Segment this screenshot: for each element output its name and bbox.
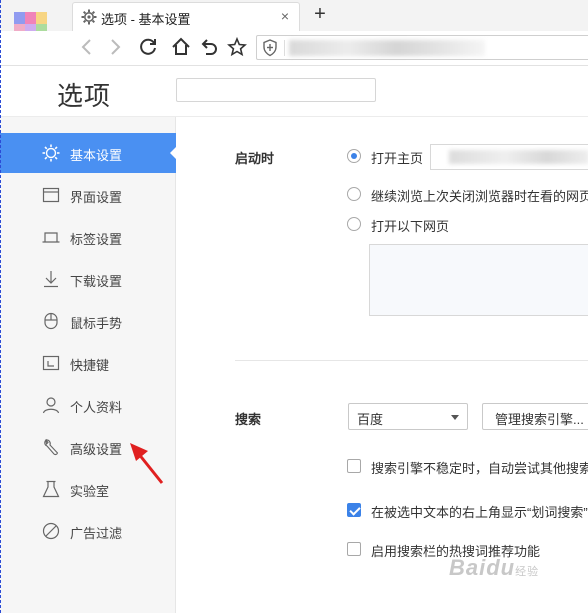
options-header: 选项 bbox=[0, 66, 588, 117]
browser-toolbar bbox=[0, 31, 588, 66]
reload-icon[interactable] bbox=[137, 36, 159, 58]
tab-icon bbox=[42, 228, 60, 246]
annotation-arrow-icon bbox=[130, 443, 164, 484]
shortcut-icon bbox=[42, 354, 60, 372]
sidebar-item-adblock[interactable]: 广告过滤 bbox=[0, 511, 176, 551]
settings-gear-icon bbox=[81, 9, 97, 25]
sidebar-item-label: 界面设置 bbox=[70, 190, 123, 205]
watermark-sub: 经验 bbox=[515, 566, 540, 578]
address-input[interactable] bbox=[487, 38, 588, 58]
option-open-pages: 打开以下网页 bbox=[371, 219, 450, 234]
sidebar-item-label: 快捷键 bbox=[70, 358, 110, 373]
sidebar-item-shortcut[interactable]: 快捷键 bbox=[0, 343, 176, 383]
flask-icon bbox=[42, 480, 60, 498]
sidebar: 基本设置 界面设置 标签设置 下载设置 鼠标手势 快捷键 个人资料 高级设置 实… bbox=[0, 117, 177, 613]
dashed-guide-line bbox=[0, 0, 1, 613]
startup-pages-list[interactable] bbox=[369, 244, 588, 316]
option-open-homepage: 打开主页 bbox=[371, 151, 424, 166]
checkbox-hot-words[interactable] bbox=[347, 542, 361, 556]
section-divider bbox=[235, 360, 588, 361]
checkbox-fallback-engine[interactable] bbox=[347, 459, 361, 473]
baidu-watermark: Baidu经验 bbox=[449, 555, 539, 581]
watermark-text: Baidu bbox=[449, 555, 516, 580]
homepage-input[interactable] bbox=[430, 144, 588, 170]
sidebar-item-label: 基本设置 bbox=[70, 148, 123, 163]
sidebar-item-tabs[interactable]: 标签设置 bbox=[0, 217, 176, 257]
home-icon[interactable] bbox=[170, 36, 192, 58]
startup-section-label: 启动时 bbox=[235, 151, 275, 166]
manage-search-engines-button[interactable]: 管理搜索引擎... bbox=[482, 403, 588, 430]
forward-icon[interactable] bbox=[104, 36, 126, 58]
browser-tab[interactable]: 选项 - 基本设置 × bbox=[72, 2, 300, 31]
sidebar-item-basic[interactable]: 基本设置 bbox=[0, 133, 177, 173]
download-icon bbox=[42, 270, 60, 288]
address-separator bbox=[284, 40, 285, 56]
mouse-icon bbox=[42, 312, 60, 330]
gear-icon bbox=[42, 144, 60, 162]
sidebar-item-label: 广告过滤 bbox=[70, 526, 123, 541]
radio-continue-last[interactable] bbox=[347, 187, 361, 201]
close-icon[interactable]: × bbox=[281, 8, 289, 24]
sidebar-item-profile[interactable]: 个人资料 bbox=[0, 385, 176, 425]
radio-open-homepage[interactable] bbox=[347, 149, 361, 163]
sidebar-item-label: 高级设置 bbox=[70, 442, 123, 457]
search-section-label: 搜索 bbox=[235, 412, 262, 427]
search-engine-value: 百度 bbox=[357, 412, 384, 427]
checkbox-select-search[interactable] bbox=[347, 503, 361, 517]
radio-open-pages[interactable] bbox=[347, 217, 361, 231]
block-icon bbox=[42, 522, 60, 540]
user-icon bbox=[42, 396, 60, 414]
label-select-search: 在被选中文本的右上角显示“划词搜索”按钮 bbox=[371, 505, 588, 520]
blurred-homepage-url bbox=[449, 150, 588, 164]
address-bar[interactable] bbox=[256, 35, 588, 60]
settings-content: 启动时 打开主页 继续浏览上次关闭浏览器时在看的网页 打开以下网页 搜索 百度 … bbox=[177, 117, 588, 613]
sidebar-item-label: 鼠标手势 bbox=[70, 316, 123, 331]
sidebar-item-interface[interactable]: 界面设置 bbox=[0, 175, 176, 215]
search-input[interactable] bbox=[176, 78, 376, 102]
sidebar-item-label: 个人资料 bbox=[70, 400, 123, 415]
label-fallback-engine: 搜索引擎不稳定时，自动尝试其他搜索引擎 bbox=[371, 461, 588, 476]
chevron-down-icon bbox=[451, 415, 459, 424]
blurred-url bbox=[289, 40, 485, 56]
sidebar-item-label: 实验室 bbox=[70, 484, 110, 499]
search-engine-select[interactable]: 百度 bbox=[348, 403, 468, 430]
sidebar-item-label: 下载设置 bbox=[70, 274, 123, 289]
new-tab-button[interactable]: + bbox=[310, 3, 330, 26]
option-continue-last: 继续浏览上次关闭浏览器时在看的网页 bbox=[371, 189, 588, 204]
wrench-icon bbox=[42, 438, 60, 456]
sidebar-item-mouse-gesture[interactable]: 鼠标手势 bbox=[0, 301, 176, 341]
undo-icon[interactable] bbox=[198, 36, 220, 58]
back-icon[interactable] bbox=[76, 36, 98, 58]
tab-title: 选项 - 基本设置 bbox=[101, 12, 191, 27]
shield-icon bbox=[262, 39, 278, 57]
window-icon bbox=[42, 186, 60, 204]
sidebar-item-download[interactable]: 下载设置 bbox=[0, 259, 176, 299]
page-title: 选项 bbox=[57, 81, 112, 111]
sidebar-item-label: 标签设置 bbox=[70, 232, 123, 247]
tab-strip: 选项 - 基本设置 × + bbox=[0, 0, 588, 48]
star-icon[interactable] bbox=[226, 36, 248, 58]
